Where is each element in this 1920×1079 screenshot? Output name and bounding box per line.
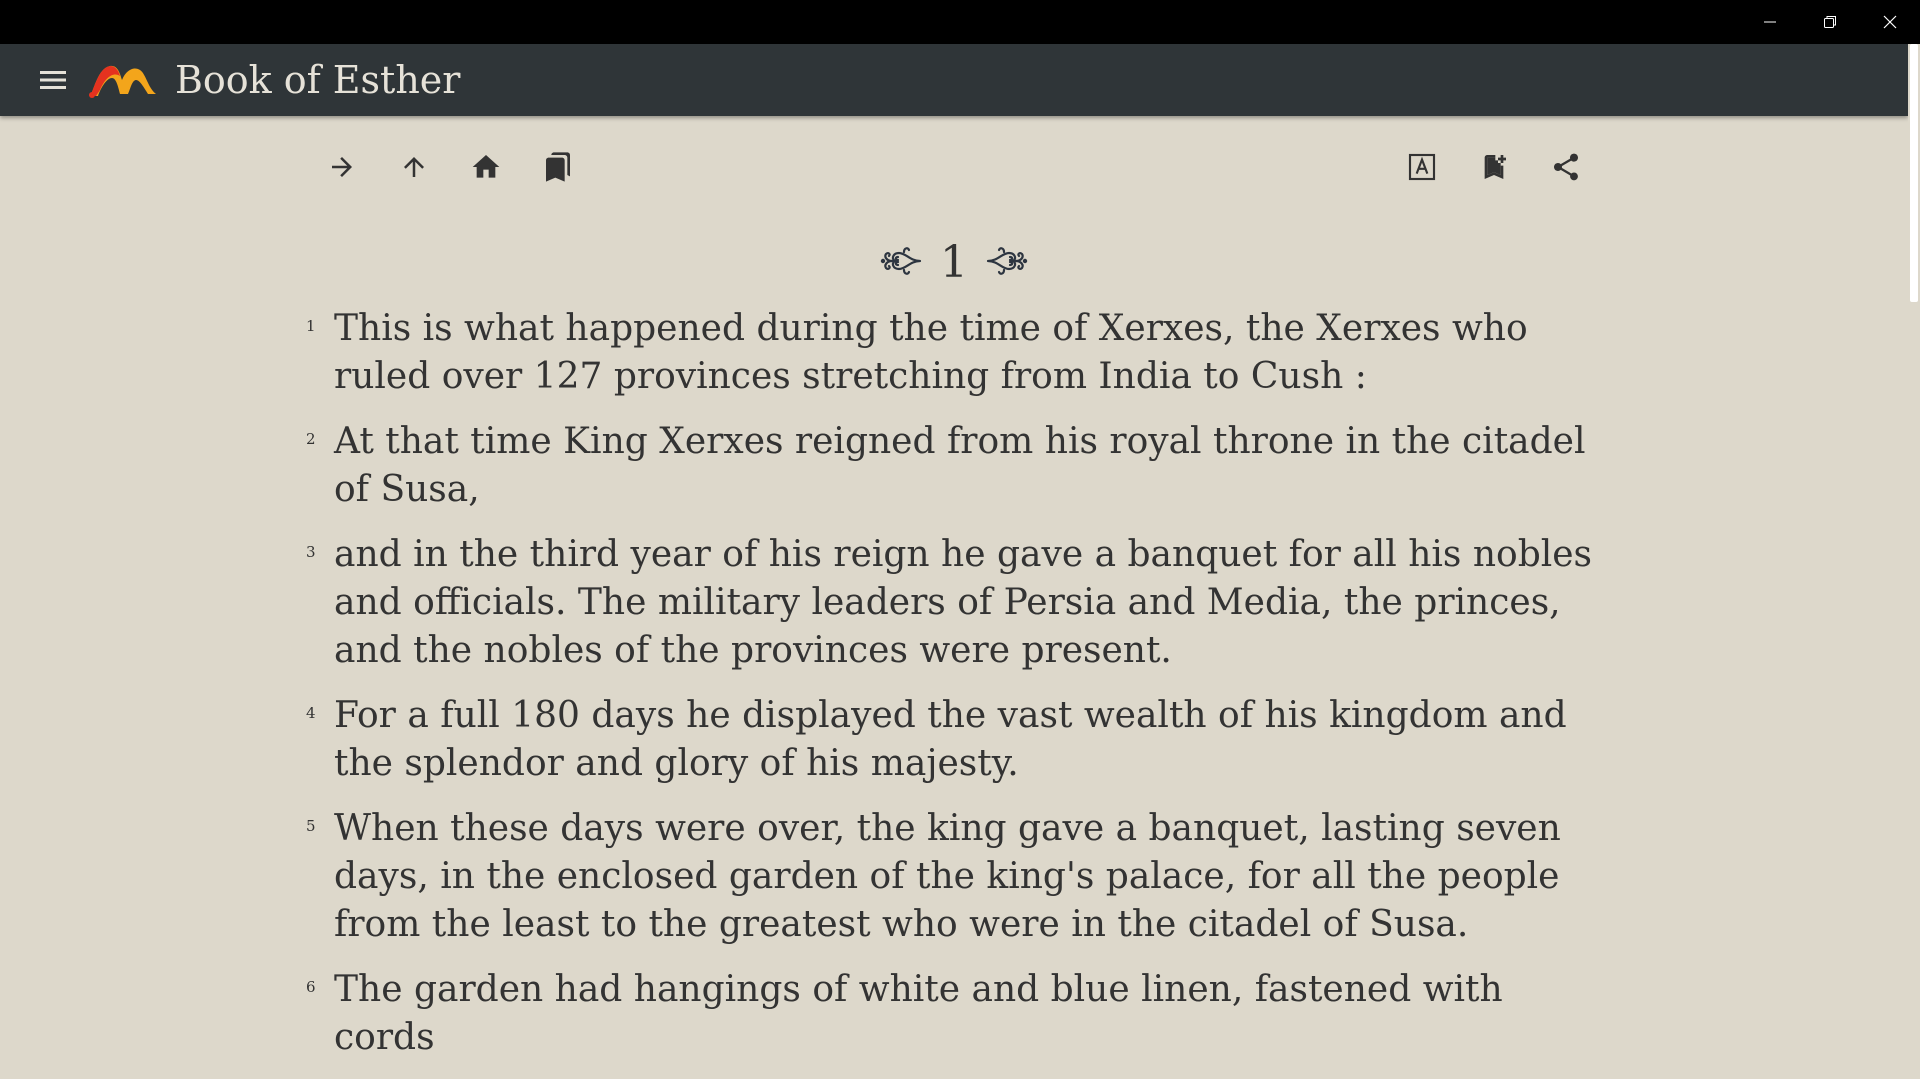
add-bookmark-button[interactable] xyxy=(1472,145,1516,189)
app-header: Book of Esther xyxy=(0,44,1908,116)
share-icon xyxy=(1550,151,1582,183)
chapter-number: 1 xyxy=(940,237,968,288)
home-button[interactable] xyxy=(464,145,508,189)
hamburger-menu-icon[interactable] xyxy=(38,66,70,94)
arrow-up-icon xyxy=(399,152,429,182)
flourish-ornament-left-icon xyxy=(880,243,922,283)
verse-6[interactable]: 6 The garden had hangings of white and b… xyxy=(300,966,1600,1062)
verse-text: For a full 180 days he displayed the vas… xyxy=(334,695,1567,784)
up-button[interactable] xyxy=(392,145,436,189)
verse-text: At that time King Xerxes reigned from hi… xyxy=(334,421,1586,510)
font-size-icon xyxy=(1406,151,1438,183)
verse-number: 6 xyxy=(306,978,316,996)
scrollbar-thumb[interactable] xyxy=(1910,44,1918,302)
verse-4[interactable]: 4 For a full 180 days he displayed the v… xyxy=(300,692,1600,788)
verse-list: 1 This is what happened during the time … xyxy=(300,305,1600,1079)
minimize-icon[interactable] xyxy=(1740,0,1800,44)
bookmarks-button[interactable] xyxy=(536,145,580,189)
verse-number: 3 xyxy=(306,543,316,561)
verse-number: 1 xyxy=(306,317,316,335)
bookmarks-icon xyxy=(542,151,574,183)
verse-5[interactable]: 5 When these days were over, the king ga… xyxy=(300,805,1600,949)
app-logo-icon xyxy=(88,60,160,100)
next-button[interactable] xyxy=(320,145,364,189)
verse-number: 2 xyxy=(306,430,316,448)
restore-icon[interactable] xyxy=(1800,0,1860,44)
close-icon[interactable] xyxy=(1860,0,1920,44)
share-button[interactable] xyxy=(1544,145,1588,189)
arrow-right-icon xyxy=(327,152,357,182)
verse-3[interactable]: 3 and in the third year of his reign he … xyxy=(300,531,1600,675)
verse-text: The garden had hangings of white and blu… xyxy=(334,969,1503,1058)
app-title: Book of Esther xyxy=(175,58,461,102)
add-bookmark-icon xyxy=(1478,151,1510,183)
window-titlebar xyxy=(0,0,1920,44)
flourish-ornament-right-icon xyxy=(986,243,1028,283)
home-icon xyxy=(470,151,502,183)
verse-text: This is what happened during the time of… xyxy=(334,308,1528,397)
font-size-button[interactable] xyxy=(1400,145,1444,189)
verse-text: and in the third year of his reign he ga… xyxy=(334,534,1593,671)
chapter-heading: 1 xyxy=(0,236,1908,290)
verse-1[interactable]: 1 This is what happened during the time … xyxy=(300,305,1600,401)
verse-2[interactable]: 2 At that time King Xerxes reigned from … xyxy=(300,418,1600,514)
verse-number: 5 xyxy=(306,817,316,835)
verse-text: When these days were over, the king gave… xyxy=(334,808,1561,945)
verse-number: 4 xyxy=(306,704,316,722)
